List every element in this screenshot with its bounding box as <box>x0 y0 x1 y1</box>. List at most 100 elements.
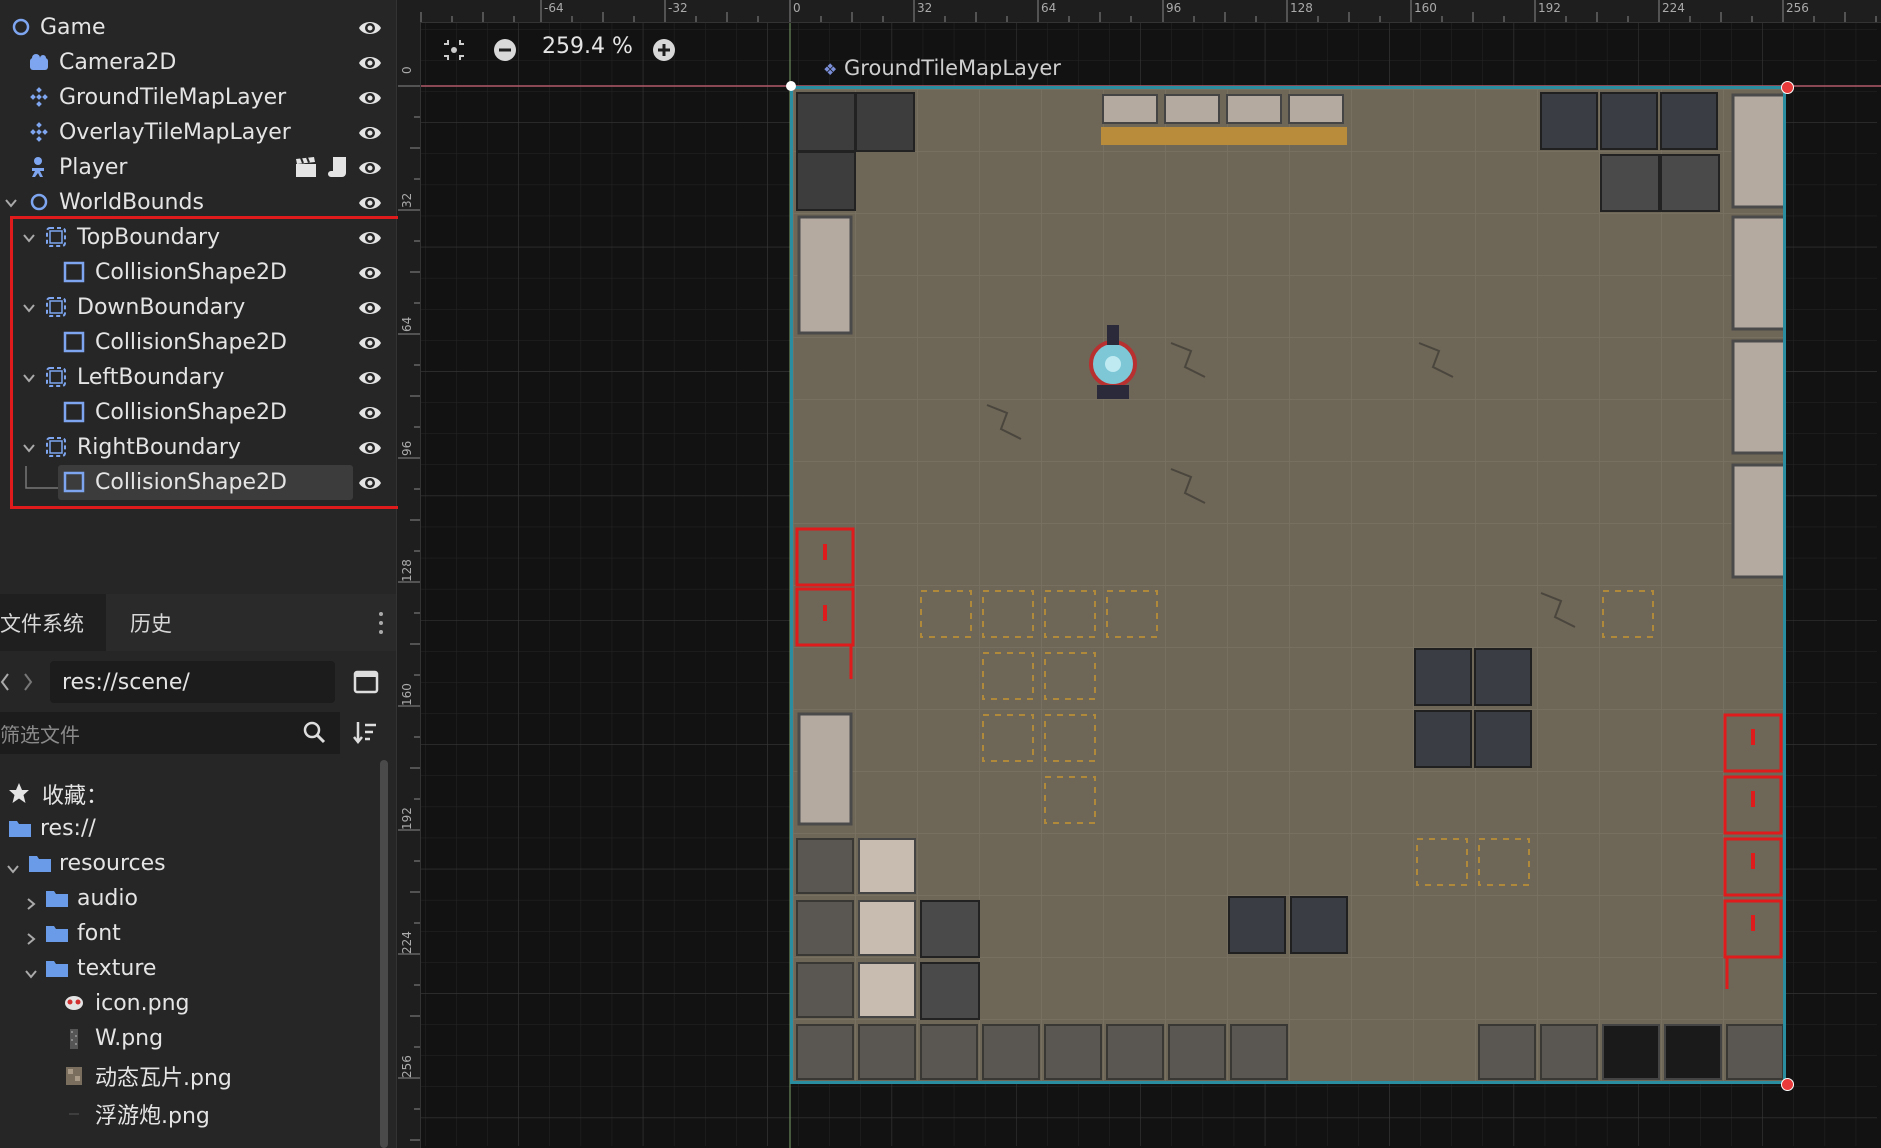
scene-tree-item-label: Player <box>59 155 128 180</box>
expand-arrow-icon[interactable] <box>24 927 38 952</box>
filesystem-scrollbar[interactable] <box>380 760 388 1148</box>
2d-viewport[interactable]: ❖ GroundTileMapLayer -64 -32 0 32 64 96 … <box>398 0 1881 1148</box>
file-list-item-label: W.png <box>95 1026 164 1051</box>
ruler-top: -64 -32 0 32 64 96 128 160 192 224 256 <box>398 0 1881 23</box>
ruler-top-label: 32 <box>917 1 933 15</box>
file-list-item[interactable]: W.png <box>0 1021 380 1056</box>
file-list-item-label: font <box>77 921 121 946</box>
ruler-top-label: 224 <box>1662 1 1685 15</box>
collapse-arrow-icon[interactable] <box>24 962 38 987</box>
folder-icon <box>45 923 69 949</box>
resize-handle-top-right[interactable] <box>1781 81 1794 94</box>
visibility-eye-icon[interactable] <box>358 51 382 75</box>
origin-handle[interactable] <box>786 81 796 91</box>
split-view-icon[interactable] <box>353 669 379 695</box>
file-list-item[interactable]: 浮游炮.png <box>0 1096 380 1131</box>
scene-tree-item-label: GroundTileMapLayer <box>59 85 287 110</box>
camera2d-icon <box>28 51 50 73</box>
scene-tree-item[interactable]: OverlayTileMapLayer <box>0 115 396 150</box>
left-sidebar: Game Camera2D GroundTileMapLayer OverlayTil… <box>0 0 404 1148</box>
tilemap-render <box>793 89 1783 1081</box>
zoom-level[interactable]: 259.4 % <box>542 34 633 59</box>
visibility-eye-icon[interactable] <box>358 121 382 145</box>
visibility-eye-icon[interactable] <box>358 16 382 40</box>
tab-history-label: 历史 <box>130 611 172 636</box>
file-list-item[interactable]: resources <box>0 846 380 881</box>
ruler-top-label: -64 <box>544 1 564 15</box>
ruler-left-label: 256 <box>400 1055 414 1078</box>
center-view-icon[interactable] <box>442 38 466 62</box>
filter-placeholder: 筛选文件 <box>0 722 80 747</box>
ruler-left-label: 64 <box>400 316 414 332</box>
scene-tree-item-label: Camera2D <box>59 50 177 75</box>
folder-icon <box>28 853 52 879</box>
annotation-highlight-box <box>10 216 404 509</box>
tab-filesystem[interactable]: 文件系统 <box>0 594 106 651</box>
image-file-icon <box>63 1103 85 1131</box>
node2d-icon <box>10 16 32 38</box>
favorites-row[interactable]: 收藏： <box>0 776 380 811</box>
script-icon[interactable] <box>327 155 349 185</box>
ruler-left-label: 224 <box>400 931 414 954</box>
ruler-top-label: 160 <box>1414 1 1437 15</box>
tab-filesystem-label: 文件系统 <box>0 611 84 636</box>
ruler-left-label: 128 <box>400 559 414 582</box>
ruler-top-label: 192 <box>1538 1 1561 15</box>
file-list-item-label: 浮游炮.png <box>95 1103 210 1129</box>
folder-icon <box>45 958 69 984</box>
scene-tree-item[interactable]: Player <box>0 150 396 185</box>
file-list-item-label: 动态瓦片.png <box>95 1065 232 1091</box>
scene-tree-item[interactable]: Camera2D <box>0 45 396 80</box>
layer-label-text: GroundTileMapLayer <box>844 56 1061 80</box>
file-list-item[interactable]: icon.png <box>0 986 380 1021</box>
ground-tilemap[interactable] <box>790 86 1786 1084</box>
scene-tree-item[interactable]: WorldBounds <box>0 185 396 220</box>
zoom-out-icon[interactable] <box>493 38 517 62</box>
character-icon <box>28 156 50 178</box>
file-list-item[interactable]: audio <box>0 881 380 916</box>
filesystem-tabs: 文件系统 历史 <box>0 594 396 651</box>
tilemap-icon: ❖ <box>823 60 838 79</box>
ruler-top-label: 128 <box>1290 1 1313 15</box>
search-icon[interactable] <box>302 720 326 744</box>
collapse-arrow-icon[interactable] <box>4 196 18 210</box>
file-list-item-label: icon.png <box>95 991 190 1016</box>
expand-arrow-icon[interactable] <box>24 892 38 917</box>
collapse-arrow-icon[interactable] <box>6 857 20 882</box>
file-list-item-label: resources <box>59 851 166 876</box>
scene-tree-item-label: OverlayTileMapLayer <box>59 120 291 145</box>
scene-tree-item-label: WorldBounds <box>59 190 204 215</box>
visibility-eye-icon[interactable] <box>358 156 382 180</box>
file-list-item[interactable]: font <box>0 916 380 951</box>
tab-history[interactable]: 历史 <box>130 594 172 651</box>
scene-tree-item-label: Game <box>40 15 106 40</box>
visibility-eye-icon[interactable] <box>358 191 382 215</box>
filter-input[interactable]: 筛选文件 <box>0 712 340 754</box>
folder-icon <box>45 888 69 914</box>
zoom-in-icon[interactable] <box>652 38 676 62</box>
file-list-item-label: res:// <box>40 816 96 841</box>
clapperboard-icon[interactable] <box>294 155 318 185</box>
scene-tree-item[interactable]: Game <box>0 10 396 45</box>
ruler-left-label: 96 <box>400 440 414 456</box>
scene-tree-item[interactable]: GroundTileMapLayer <box>0 80 396 115</box>
file-list-item[interactable]: 动态瓦片.png <box>0 1058 380 1093</box>
ruler-left-label: 32 <box>400 192 414 208</box>
path-field[interactable]: res://scene/ <box>50 661 335 703</box>
ruler-top-label: 256 <box>1786 1 1809 15</box>
image-file-icon <box>63 993 85 1019</box>
menu-dots-icon[interactable] <box>378 610 384 636</box>
sort-icon[interactable] <box>352 719 378 745</box>
back-arrow-icon[interactable] <box>0 670 10 694</box>
file-list-item[interactable]: res:// <box>0 811 380 846</box>
ruler-left-label: 160 <box>400 683 414 706</box>
file-list-item[interactable]: texture <box>0 951 380 986</box>
ruler-left-label: 0 <box>400 66 414 74</box>
file-list-item-label: texture <box>77 956 157 981</box>
visibility-eye-icon[interactable] <box>358 86 382 110</box>
ruler-left: 0 32 64 96 128 160 192 224 256 <box>398 22 421 1148</box>
resize-handle-bottom-right[interactable] <box>1781 1078 1794 1091</box>
forward-arrow-icon[interactable] <box>22 670 34 694</box>
file-list-item-label: audio <box>77 886 138 911</box>
ruler-top-label: 96 <box>1166 1 1182 15</box>
